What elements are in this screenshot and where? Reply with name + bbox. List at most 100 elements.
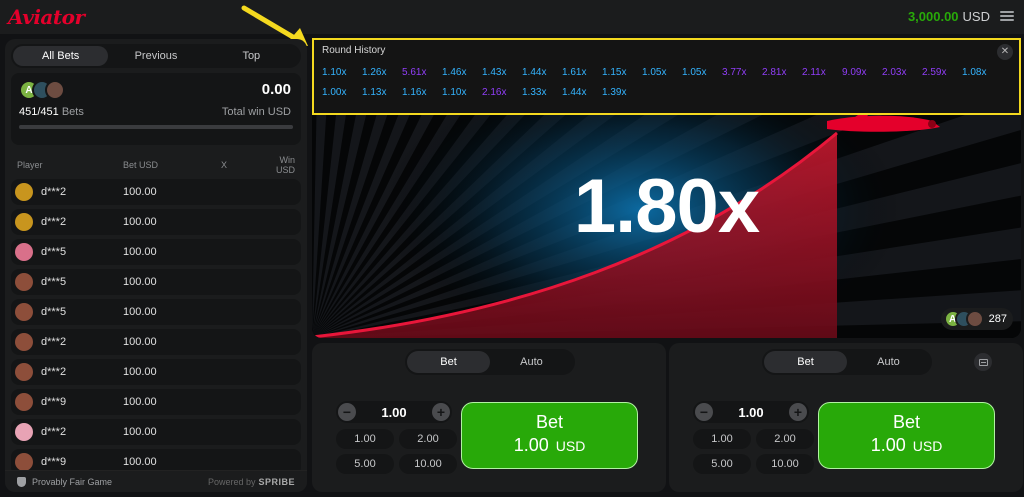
quick-amount-button[interactable]: 2.00 — [756, 429, 814, 449]
bet-amount-input[interactable]: 1.00 — [381, 405, 406, 420]
history-multiplier[interactable]: 1.46x — [442, 67, 471, 78]
avatar — [15, 183, 33, 201]
tab-auto[interactable]: Auto — [490, 351, 573, 373]
table-row: d***5 100.00 — [11, 269, 301, 295]
table-row: d***2 100.00 — [11, 179, 301, 205]
bets-summary: A 451/451 Bets 0.00 Total win USD — [11, 73, 301, 145]
history-multiplier[interactable]: 1.10x — [322, 67, 351, 78]
bet-mode-tabs: Bet Auto — [762, 349, 932, 375]
col-x: X — [221, 160, 228, 170]
avatar — [15, 273, 33, 291]
hamburger-menu-icon[interactable] — [1000, 9, 1014, 23]
history-multiplier[interactable]: 2.16x — [482, 87, 511, 98]
quick-amount-button[interactable]: 10.00 — [756, 454, 814, 474]
history-multiplier[interactable]: 9.09x — [842, 67, 871, 78]
history-values: 1.10x 1.26x 5.61x 1.46x 1.43x 1.44x 1.61x 1.15x… — [322, 67, 1012, 98]
quick-amounts: 1.00 2.00 5.00 10.00 — [693, 429, 815, 474]
history-multiplier[interactable]: 1.39x — [602, 87, 631, 98]
history-multiplier[interactable]: 1.33x — [522, 87, 551, 98]
remove-panel-icon[interactable] — [974, 353, 992, 371]
place-bet-button[interactable]: Bet 1.00 USD — [461, 402, 638, 469]
player-name: d***9 — [41, 396, 67, 408]
history-multiplier[interactable]: 1.43x — [482, 67, 511, 78]
quick-amount-button[interactable]: 5.00 — [693, 454, 751, 474]
bet-amount-stepper: − 1.00 + — [693, 401, 809, 423]
col-player: Player — [17, 160, 43, 170]
bet-button-amount: 1.00 USD — [513, 435, 586, 455]
history-multiplier[interactable]: 1.00x — [322, 87, 351, 98]
player-name: d***2 — [41, 366, 67, 378]
history-multiplier[interactable]: 1.26x — [362, 67, 391, 78]
avatar — [15, 453, 33, 471]
online-players[interactable]: A 287 — [940, 308, 1013, 330]
avatar — [15, 213, 33, 231]
tab-bet[interactable]: Bet — [764, 351, 847, 373]
balance-amount: 3,000.00 — [907, 9, 959, 24]
quick-amount-button[interactable]: 10.00 — [399, 454, 457, 474]
bet-button-label: Bet — [535, 412, 564, 432]
tab-all-bets[interactable]: All Bets — [13, 46, 109, 66]
bets-count-label: Bets — [61, 106, 84, 118]
total-win-amount: 0.00 — [261, 81, 291, 98]
quick-amount-button[interactable]: 5.00 — [336, 454, 394, 474]
bets-count-value: 451/451 — [19, 106, 59, 118]
bets-table-header: Player Bet USD X Win USD — [5, 151, 307, 179]
avatar — [15, 363, 33, 381]
bet-mode-tabs: Bet Auto — [405, 349, 575, 375]
history-multiplier[interactable]: 2.81x — [762, 67, 791, 78]
tab-top[interactable]: Top — [204, 46, 299, 66]
history-multiplier[interactable]: 1.08x — [962, 67, 991, 78]
avatar — [45, 80, 65, 100]
history-multiplier[interactable]: 1.10x — [442, 87, 471, 98]
table-row: d***9 100.00 — [11, 389, 301, 415]
balance-currency: USD — [962, 9, 990, 24]
tab-auto[interactable]: Auto — [847, 351, 930, 373]
balance-display: 3,000.00 USD — [908, 9, 990, 24]
quick-amount-button[interactable]: 1.00 — [693, 429, 751, 449]
player-name: d***2 — [41, 216, 67, 228]
history-multiplier[interactable]: 2.11x — [802, 67, 831, 78]
history-multiplier[interactable]: 1.13x — [362, 87, 391, 98]
quick-amount-button[interactable]: 1.00 — [336, 429, 394, 449]
tab-bet[interactable]: Bet — [407, 351, 490, 373]
plus-button[interactable]: + — [789, 403, 807, 421]
bet-amount-input[interactable]: 1.00 — [738, 405, 763, 420]
history-multiplier[interactable]: 1.05x — [642, 67, 671, 78]
quick-amount-button[interactable]: 2.00 — [399, 429, 457, 449]
player-name: d***9 — [41, 456, 67, 468]
bets-tabs: All Bets Previous Top — [11, 44, 301, 68]
spribe-logo: SPRIBE — [258, 476, 295, 487]
avatar — [15, 303, 33, 321]
plus-button[interactable]: + — [432, 403, 450, 421]
history-multiplier[interactable]: 3.77x — [722, 67, 751, 78]
round-history-title: Round History — [322, 45, 386, 56]
bet-amount: 100.00 — [123, 456, 157, 468]
bets-panel: All Bets Previous Top A 451/451 Bets 0.0… — [5, 39, 307, 492]
player-name: d***2 — [41, 336, 67, 348]
player-name: d***2 — [41, 426, 67, 438]
avatar — [15, 243, 33, 261]
place-bet-button[interactable]: Bet 1.00 USD — [818, 402, 995, 469]
footer: Provably Fair Game Powered by SPRIBE — [5, 470, 307, 492]
bets-progress-bar — [19, 125, 293, 129]
bet-amount: 100.00 — [123, 186, 157, 198]
table-row: d***2 100.00 — [11, 359, 301, 385]
tab-previous[interactable]: Previous — [108, 46, 203, 66]
close-icon[interactable]: ✕ — [997, 44, 1013, 60]
history-multiplier[interactable]: 5.61x — [402, 67, 431, 78]
history-multiplier[interactable]: 1.15x — [602, 67, 631, 78]
history-multiplier[interactable]: 1.44x — [522, 67, 551, 78]
history-multiplier[interactable]: 2.59x — [922, 67, 951, 78]
bet-amount: 100.00 — [123, 336, 157, 348]
minus-button[interactable]: − — [338, 403, 356, 421]
aviator-logo[interactable]: Aviator — [8, 5, 85, 29]
bet-amount: 100.00 — [123, 426, 157, 438]
history-multiplier[interactable]: 1.61x — [562, 67, 591, 78]
provably-fair-link[interactable]: Provably Fair Game — [32, 477, 112, 487]
history-multiplier[interactable]: 1.05x — [682, 67, 711, 78]
history-multiplier[interactable]: 1.44x — [562, 87, 591, 98]
history-multiplier[interactable]: 1.16x — [402, 87, 431, 98]
minus-button[interactable]: − — [695, 403, 713, 421]
history-multiplier[interactable]: 2.03x — [882, 67, 911, 78]
bet-amount-stepper: − 1.00 + — [336, 401, 452, 423]
